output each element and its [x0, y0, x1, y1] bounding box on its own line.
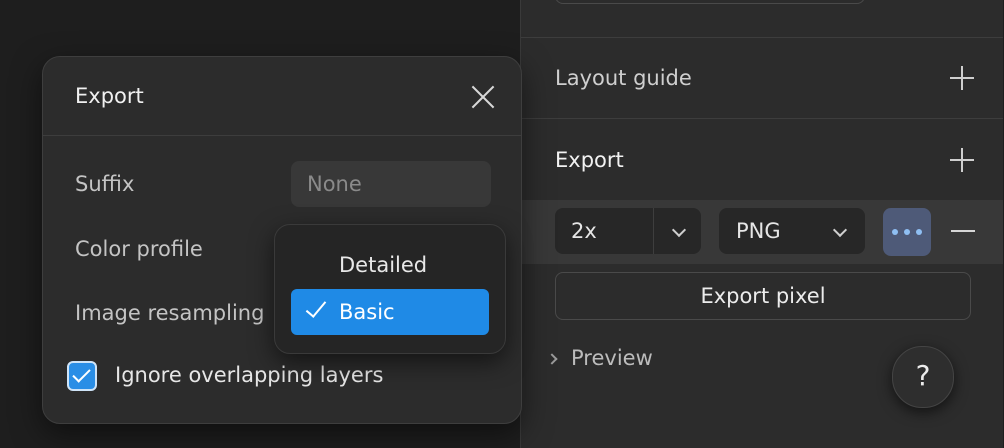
preview-toggle[interactable]: Preview [571, 346, 653, 370]
more-dot [904, 229, 910, 235]
close-icon[interactable] [471, 85, 495, 109]
remove-export-minus-icon[interactable] [951, 230, 975, 232]
chevron-right-icon[interactable] [546, 353, 558, 365]
export-setting-row: 2x PNG [521, 200, 1003, 264]
scale-select[interactable]: 2x [555, 208, 701, 254]
add-layout-guide-plus-icon[interactable] [949, 65, 975, 91]
resampling-option-basic[interactable]: Basic [291, 289, 489, 335]
resampling-option-detailed[interactable]: Detailed [291, 242, 489, 288]
layout-guide-title: Layout guide [555, 66, 692, 90]
ignore-overlapping-checkbox[interactable] [67, 361, 97, 391]
divider [521, 118, 1003, 119]
help-button[interactable]: ? [892, 346, 954, 408]
chevron-down-icon [832, 222, 848, 238]
color-profile-label: Color profile [75, 237, 203, 261]
format-value: PNG [736, 219, 781, 243]
scale-separator [653, 208, 654, 254]
export-section-title: Export [555, 148, 624, 172]
inspector-panel: Layout guide Export 2x PNG Export pixel … [520, 0, 1003, 448]
add-export-plus-icon[interactable] [949, 147, 975, 173]
export-options-more-icon[interactable] [883, 208, 931, 256]
panel-top-button[interactable] [555, 0, 865, 4]
divider [43, 135, 521, 136]
export-pixel-button[interactable]: Export pixel [555, 272, 971, 320]
scale-value: 2x [571, 219, 597, 243]
format-select[interactable]: PNG [719, 208, 865, 254]
suffix-input[interactable] [291, 161, 491, 207]
more-dot [892, 229, 898, 235]
more-dot [916, 229, 922, 235]
checkmark-icon [305, 296, 327, 318]
option-label: Detailed [339, 253, 428, 277]
suffix-label: Suffix [75, 172, 135, 196]
resampling-dropdown-menu: Detailed Basic [274, 224, 506, 354]
divider [521, 37, 1003, 38]
option-label: Basic [339, 300, 395, 324]
dialog-title: Export [75, 84, 144, 108]
ignore-overlapping-label[interactable]: Ignore overlapping layers [115, 363, 383, 387]
chevron-down-icon[interactable] [671, 222, 687, 238]
image-resampling-label: Image resampling [75, 301, 265, 325]
